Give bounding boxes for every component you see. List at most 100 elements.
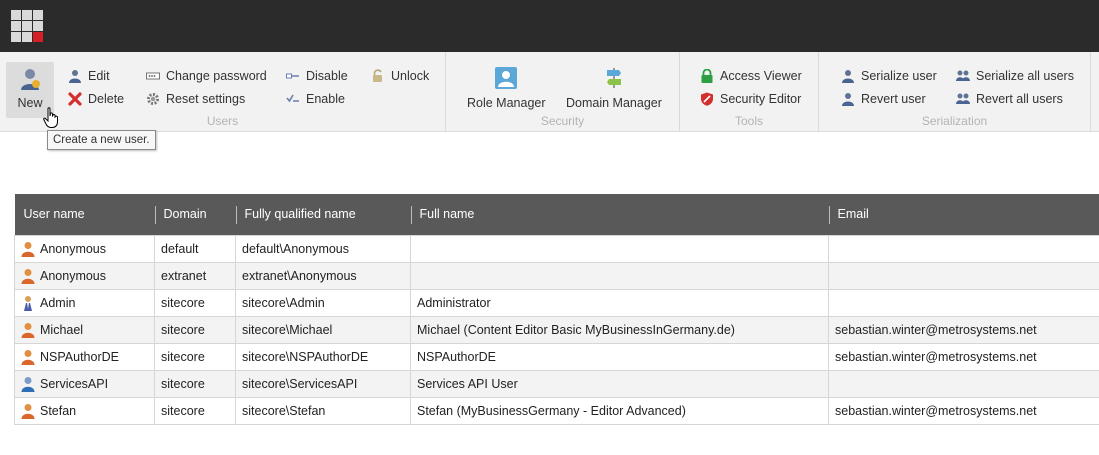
- domain-manager-icon: [606, 68, 621, 88]
- domain-manager-label: Domain Manager: [566, 96, 662, 110]
- cell-fully-qualified-name: sitecore\ServicesAPI: [235, 369, 411, 398]
- access-viewer-button[interactable]: Access Viewer: [700, 69, 802, 83]
- change-password-label: Change password: [166, 69, 267, 83]
- launchpad-grid-icon[interactable]: [11, 10, 44, 42]
- edit-user-button[interactable]: Edit: [68, 69, 110, 83]
- role-manager-button[interactable]: Role Manager: [467, 66, 546, 110]
- cell-domain: extranet: [154, 261, 236, 290]
- gear-icon: [147, 93, 159, 105]
- cell-full-name: Stefan (MyBusinessGermany - Editor Advan…: [410, 396, 829, 425]
- top-bar: [0, 0, 1099, 52]
- user-edit-icon: [69, 70, 81, 83]
- change-password-button[interactable]: Change password: [146, 69, 267, 83]
- serialize-all-users-button[interactable]: Serialize all users: [956, 69, 1074, 83]
- user-icon: [842, 70, 854, 83]
- security-shield-icon: [701, 92, 713, 106]
- serialization-group: Serialize user Revert user Serialize all…: [819, 52, 1091, 132]
- disable-button[interactable]: Disable: [286, 69, 348, 83]
- serialize-all-users-label: Serialize all users: [976, 69, 1074, 83]
- cell-domain: sitecore: [154, 369, 236, 398]
- table-row[interactable]: Stefan sitecore sitecore\Stefan Stefan (MyB…: [14, 396, 1099, 425]
- new-user-tooltip: Create a new user.: [47, 130, 156, 150]
- revert-user-button[interactable]: Revert user: [841, 92, 926, 106]
- revert-all-users-button[interactable]: Revert all users: [956, 92, 1063, 106]
- delete-user-button[interactable]: Delete: [68, 92, 124, 106]
- enable-icon: [286, 94, 299, 103]
- users-group-label: Users: [206, 114, 239, 128]
- role-manager-label: Role Manager: [467, 96, 546, 110]
- column-header-user-name[interactable]: User name: [14, 194, 155, 235]
- serialize-user-button[interactable]: Serialize user: [841, 69, 937, 83]
- security-group: Role Manager Domain Manager Security: [446, 52, 680, 132]
- user-name-text: Stefan: [40, 403, 77, 418]
- enable-button[interactable]: Enable: [286, 92, 345, 106]
- user-icon: [842, 93, 854, 106]
- table-row[interactable]: Anonymous default default\Anonymous: [14, 234, 1099, 263]
- tools-group: Access Viewer Security Editor Tools: [680, 52, 819, 132]
- grid-header-row: User name Domain Fully qualified name Fu…: [14, 194, 1099, 235]
- revert-user-label: Revert user: [861, 92, 926, 106]
- cell-email: [828, 234, 1099, 263]
- tools-group-label: Tools: [734, 114, 763, 128]
- role-manager-icon: [495, 67, 518, 89]
- domain-manager-button[interactable]: Domain Manager: [566, 66, 662, 110]
- security-editor-label: Security Editor: [720, 92, 802, 106]
- serialize-user-label: Serialize user: [861, 69, 937, 83]
- user-orange-icon: [21, 322, 35, 338]
- cell-user-name: Stefan: [14, 396, 155, 425]
- column-header-domain[interactable]: Domain: [154, 194, 236, 235]
- reset-settings-button[interactable]: Reset settings: [146, 92, 245, 106]
- cell-fully-qualified-name: default\Anonymous: [235, 234, 411, 263]
- disable-label: Disable: [306, 69, 348, 83]
- cell-domain: sitecore: [154, 396, 236, 425]
- revert-all-users-label: Revert all users: [976, 92, 1063, 106]
- unlock-label: Unlock: [391, 69, 430, 83]
- cell-email: [828, 288, 1099, 317]
- disable-icon: [286, 73, 299, 79]
- cell-fully-qualified-name: sitecore\Admin: [235, 288, 411, 317]
- cell-full-name: NSPAuthorDE: [410, 342, 829, 371]
- security-group-label: Security: [540, 114, 585, 128]
- table-row[interactable]: ServicesAPI sitecore sitecore\ServicesAPI S…: [14, 369, 1099, 398]
- serialization-group-label: Serialization: [921, 114, 988, 128]
- user-orange-icon: [21, 403, 35, 419]
- cell-domain: sitecore: [154, 288, 236, 317]
- users-grid: User name Domain Fully qualified name Fu…: [14, 194, 1099, 425]
- cell-domain: default: [154, 234, 236, 263]
- cell-email: [828, 261, 1099, 290]
- security-editor-button[interactable]: Security Editor: [700, 92, 801, 106]
- table-row[interactable]: Anonymous extranet extranet\Anonymous: [14, 261, 1099, 290]
- cell-user-name: Anonymous: [14, 261, 155, 290]
- access-viewer-label: Access Viewer: [720, 69, 802, 83]
- padlock-open-icon: [373, 69, 382, 82]
- cell-email: sebastian.winter@metrosystems.net: [828, 342, 1099, 371]
- column-header-fully-qualified-name[interactable]: Fully qualified name: [235, 194, 411, 235]
- table-row[interactable]: NSPAuthorDE sitecore sitecore\NSPAuthorDE N…: [14, 342, 1099, 371]
- reset-settings-label: Reset settings: [166, 92, 246, 106]
- cell-fully-qualified-name: sitecore\Stefan: [235, 396, 411, 425]
- unlock-button[interactable]: Unlock: [371, 69, 429, 83]
- table-row[interactable]: Admin sitecore sitecore\Admin Administrator: [14, 288, 1099, 317]
- user-orange-icon: [21, 349, 35, 365]
- user-blue-icon: [21, 376, 35, 392]
- users-group: New Edit Delete Change password Reset se…: [0, 52, 446, 132]
- user-new-icon: [21, 69, 40, 90]
- user-name-text: NSPAuthorDE: [40, 349, 119, 364]
- table-row[interactable]: Michael sitecore sitecore\Michael Michael (…: [14, 315, 1099, 344]
- user-name-text: Anonymous: [40, 241, 107, 256]
- user-name-text: ServicesAPI: [40, 376, 109, 391]
- cell-email: sebastian.winter@metrosystems.net: [828, 315, 1099, 344]
- cell-fully-qualified-name: extranet\Anonymous: [235, 261, 411, 290]
- new-user-label: New: [17, 96, 43, 110]
- cell-user-name: NSPAuthorDE: [14, 342, 155, 371]
- ribbon: New Edit Delete Change password Reset se…: [0, 52, 1099, 132]
- users-icon: [956, 93, 970, 104]
- cell-fully-qualified-name: sitecore\Michael: [235, 315, 411, 344]
- cell-user-name: Michael: [14, 315, 155, 344]
- user-name-text: Anonymous: [40, 268, 107, 283]
- column-header-email[interactable]: Email: [828, 194, 1099, 235]
- cell-full-name: Administrator: [410, 288, 829, 317]
- user-orange-icon: [21, 268, 35, 284]
- column-header-full-name[interactable]: Full name: [410, 194, 829, 235]
- cell-fully-qualified-name: sitecore\NSPAuthorDE: [235, 342, 411, 371]
